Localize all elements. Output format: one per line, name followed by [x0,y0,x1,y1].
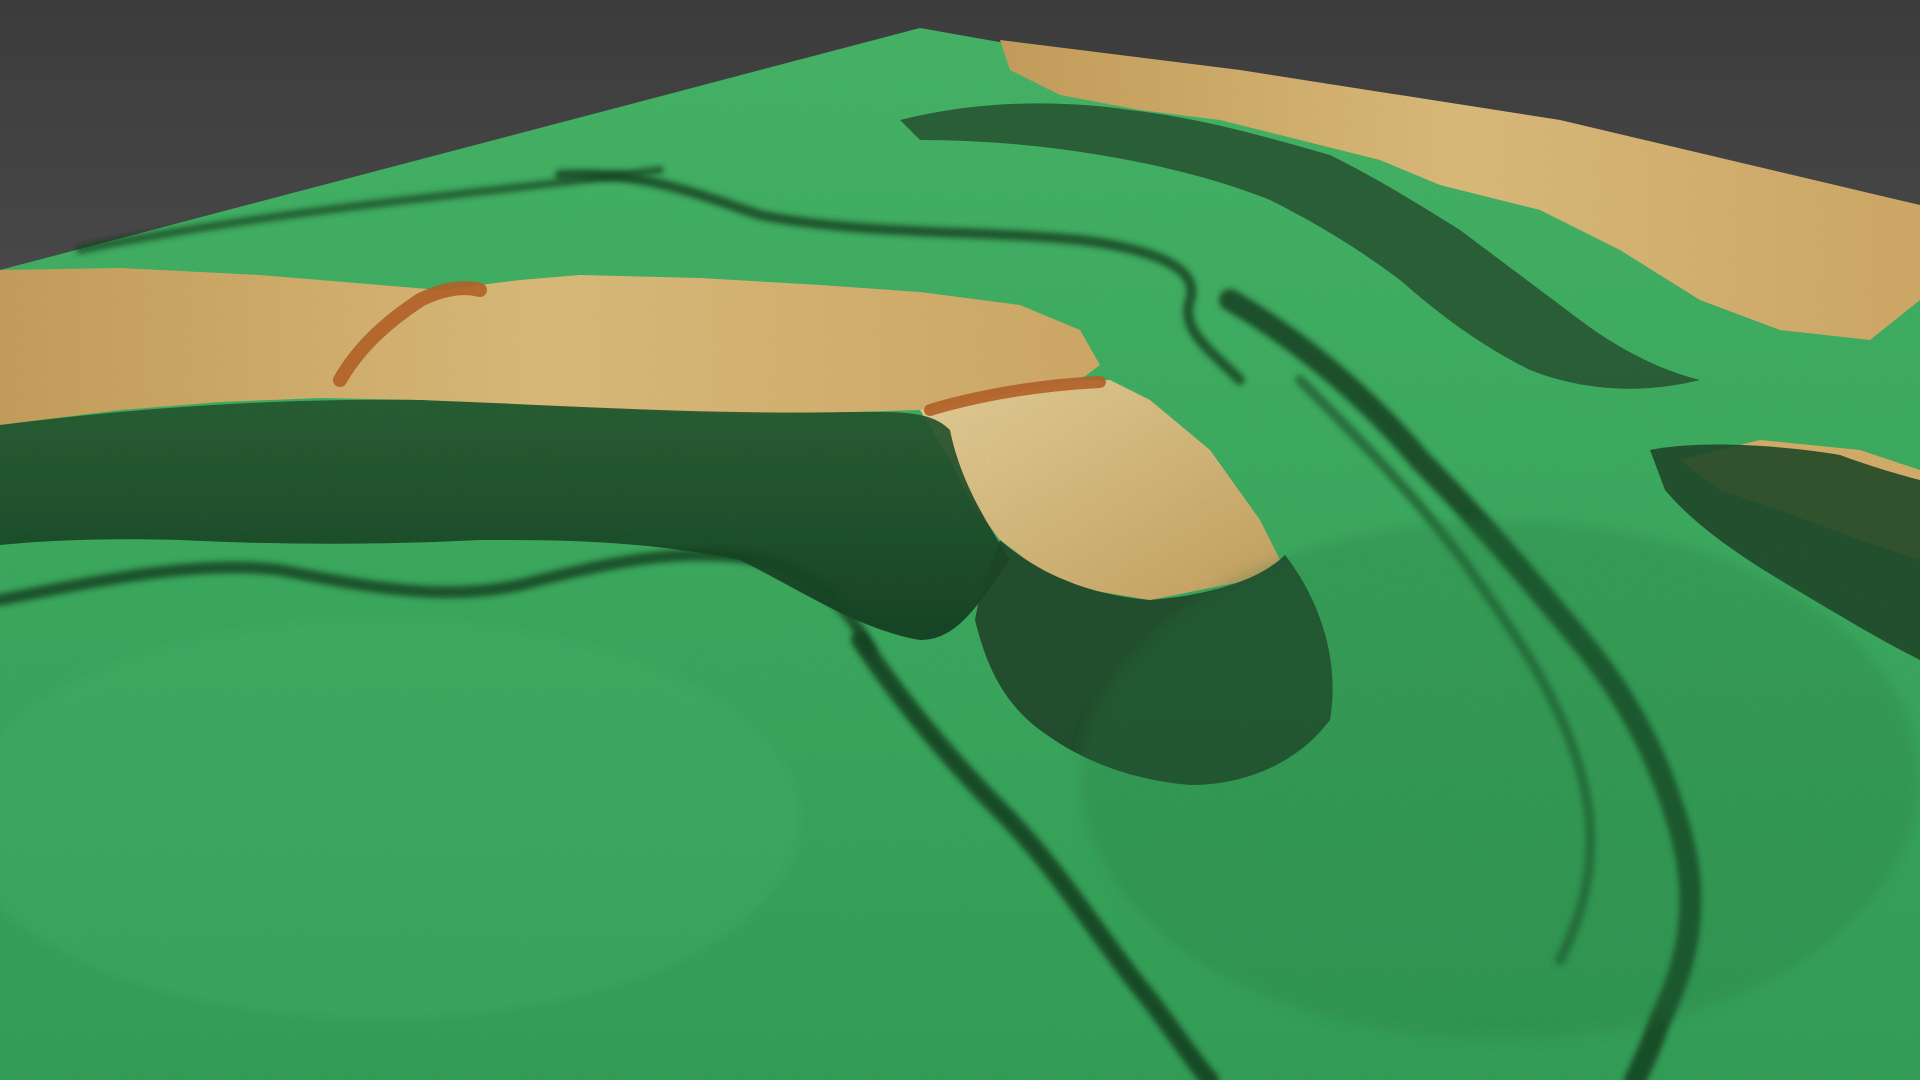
lowland-shade [1080,520,1920,1040]
terrain-viewport[interactable] [0,0,1920,1080]
terrain-surface [0,28,1920,1080]
terrain-model[interactable] [0,0,1920,1080]
